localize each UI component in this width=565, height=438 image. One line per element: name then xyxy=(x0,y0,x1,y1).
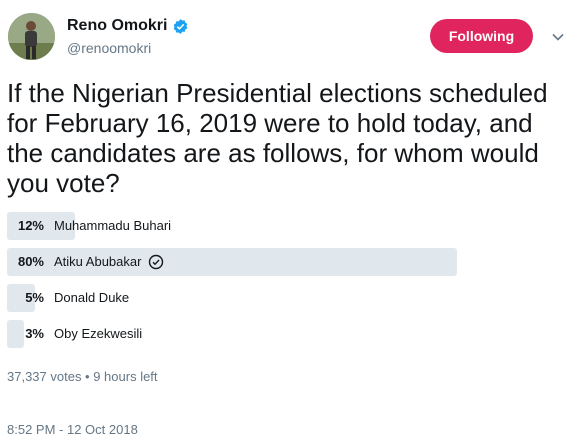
poll-option-label: Oby Ezekwesili xyxy=(54,326,143,341)
poll-percent: 5% xyxy=(25,290,44,305)
profile-photo xyxy=(8,13,55,60)
author-handle[interactable]: @renoomokri xyxy=(67,40,151,56)
author-name[interactable]: Reno Omokri xyxy=(67,17,167,35)
poll-option: 12% Muhammadu Buhari xyxy=(7,212,559,240)
poll-option: 3% Oby Ezekwesili xyxy=(7,320,559,348)
poll-percent: 80% xyxy=(17,254,44,269)
poll-percent: 3% xyxy=(25,326,44,341)
poll-option-label: Atiku Abubakar xyxy=(54,254,142,269)
poll: 12% Muhammadu Buhari 80% Atiku Abubakar … xyxy=(7,212,559,356)
verified-badge-icon xyxy=(174,18,188,34)
tweet-text: If the Nigerian Presidential elections s… xyxy=(7,78,548,198)
poll-option-label: Muhammadu Buhari xyxy=(54,218,172,233)
following-button[interactable]: Following xyxy=(430,19,533,53)
chevron-down-icon[interactable] xyxy=(551,30,565,44)
poll-option: 5% Donald Duke xyxy=(7,284,559,312)
poll-percent: 12% xyxy=(17,218,44,233)
poll-option: 80% Atiku Abubakar xyxy=(7,248,559,276)
check-circle-icon xyxy=(149,254,164,270)
tweet-timestamp[interactable]: 8:52 PM - 12 Oct 2018 xyxy=(7,422,138,437)
author-name-row[interactable]: Reno Omokri xyxy=(67,17,189,35)
avatar[interactable] xyxy=(8,13,55,60)
poll-option-label: Donald Duke xyxy=(54,290,130,305)
poll-summary: 37,337 votes • 9 hours left xyxy=(7,369,158,384)
